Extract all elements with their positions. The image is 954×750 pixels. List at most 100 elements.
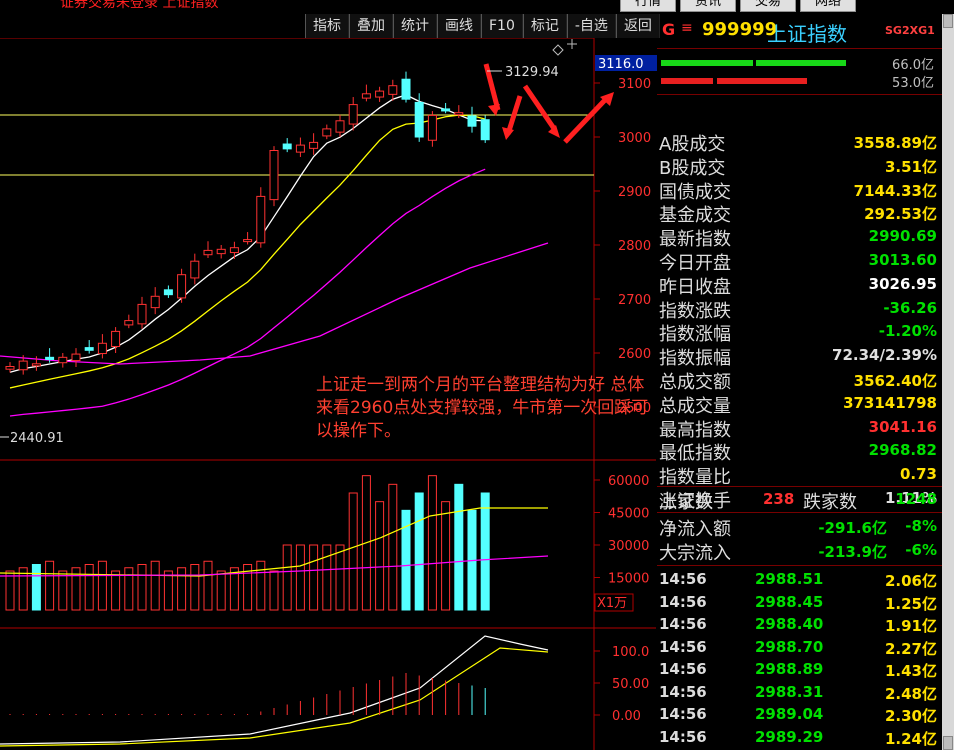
- right-scrollbar[interactable]: [942, 14, 954, 750]
- statistics-button[interactable]: 统计: [393, 14, 437, 38]
- mark-button[interactable]: 标记: [522, 14, 567, 38]
- high-label: 3129.94: [505, 65, 559, 80]
- tab-market[interactable]: 行情: [620, 0, 677, 12]
- candle-body: [282, 143, 292, 150]
- candle-body: [71, 353, 81, 362]
- breadth-row: 涨家数 238 跌家数 1248: [659, 488, 937, 513]
- volume-bar: [111, 570, 121, 611]
- candle-body: [216, 248, 226, 255]
- scroll-up-button[interactable]: [943, 14, 953, 28]
- candle-body: [163, 289, 173, 296]
- candle-body: [441, 108, 451, 112]
- tick-row: 14:56 2988.45 1.25亿: [659, 591, 937, 613]
- stat-label: 指数涨跌: [659, 300, 731, 322]
- volume-bar: [322, 544, 332, 611]
- candle-body: [322, 128, 332, 137]
- stat-value: 373141798: [843, 393, 937, 412]
- index-name: 上证指数: [767, 22, 847, 46]
- moving-average-lines: [0, 94, 549, 417]
- divider: [657, 512, 942, 513]
- crosshair-icon: [567, 39, 577, 49]
- annotation-arrow: [522, 84, 558, 132]
- candle-body: [414, 101, 424, 138]
- net-inflow-pct: -8%: [905, 517, 937, 535]
- candle-body: [31, 363, 41, 367]
- macd-panel: [0, 635, 549, 747]
- tick-row: 14:56 2989.04 2.30亿: [659, 703, 937, 725]
- volume-bar: [335, 544, 345, 611]
- tick-price: 2988.89: [755, 660, 824, 678]
- watchlist-button[interactable]: -自选: [566, 14, 616, 38]
- draw-line-button[interactable]: 画线: [437, 14, 481, 38]
- stat-label: 基金成交: [659, 205, 731, 227]
- volume-bar: [256, 560, 266, 611]
- tick-amount: 1.91亿: [884, 617, 937, 635]
- divider: [657, 565, 942, 566]
- stat-value: 292.53亿: [864, 205, 937, 224]
- tick-amount: 2.48亿: [884, 684, 937, 703]
- stat-row: 最高指数 3041.16: [659, 416, 937, 441]
- scroll-down-button[interactable]: [943, 736, 953, 750]
- tick-price: 2988.31: [755, 682, 824, 701]
- overlay-button[interactable]: 叠加: [349, 14, 393, 38]
- volume-bar: [18, 567, 28, 611]
- index-code: 999999: [702, 19, 778, 40]
- volume-bar: [441, 501, 451, 611]
- tick-amount: 2.30亿: [884, 707, 937, 725]
- block-inflow-row: 大宗流入 -213.9亿 -6%: [659, 539, 937, 564]
- stat-value: 3558.89亿: [853, 134, 937, 152]
- window-title-bar: 证券交易未登录 上证指数 行情 资讯 交易 网络: [0, 0, 954, 14]
- candle-body: [229, 247, 239, 254]
- stat-value: 0.73: [899, 465, 937, 484]
- candle-body: [480, 119, 490, 141]
- tick-amount: 2.06亿: [884, 572, 937, 590]
- indicator-button[interactable]: 指标: [305, 14, 349, 38]
- tab-news[interactable]: 资讯: [680, 0, 737, 12]
- candle-body: [84, 347, 94, 351]
- tab-trade[interactable]: 交易: [740, 0, 797, 12]
- low-label: 2440.91: [10, 431, 64, 446]
- tick-time: 14:56: [659, 727, 707, 746]
- tick-time: 14:56: [659, 637, 707, 656]
- tick-amount: 1.43亿: [884, 662, 937, 680]
- candle-body: [177, 274, 187, 299]
- f10-button[interactable]: F10: [481, 14, 523, 38]
- stat-value: -1.20%: [878, 322, 937, 341]
- candle-body: [97, 342, 107, 355]
- stat-row: 今日开盘 3013.60: [659, 249, 937, 274]
- net-inflow-value: -291.6亿: [818, 519, 887, 537]
- stat-row: 基金成交 292.53亿: [659, 201, 937, 227]
- menu-icon[interactable]: ≡: [681, 20, 693, 36]
- tick-time: 14:56: [659, 660, 707, 678]
- candle-body: [295, 144, 305, 153]
- stat-value: 2990.69: [868, 227, 937, 246]
- volume-bar: [216, 570, 226, 611]
- volume-bar: [58, 570, 68, 611]
- candlesticks: [5, 71, 490, 375]
- group-marker: G: [662, 20, 676, 39]
- volume-bar: [309, 544, 319, 611]
- volume-bar: [97, 560, 107, 611]
- volume-bar: [5, 570, 15, 611]
- volume-axis-label: 60000: [608, 474, 649, 489]
- volume-bar: [190, 564, 200, 611]
- down-count: 1248: [895, 490, 937, 508]
- price-axis-label: 3100: [618, 77, 651, 92]
- volume-bar: [150, 560, 160, 611]
- up-count-label: 涨家数: [659, 492, 713, 513]
- tick-price: 2988.45: [755, 592, 824, 611]
- back-button[interactable]: 返回: [615, 14, 660, 38]
- tab-network[interactable]: 网络: [800, 0, 857, 12]
- volume-bar: [203, 560, 213, 611]
- stat-value: 3562.40亿: [853, 372, 937, 390]
- volume-bar: [295, 544, 305, 611]
- candle-body: [309, 141, 319, 149]
- volume-bar: [375, 501, 385, 611]
- volume-ma-line: [0, 507, 548, 577]
- candle-body: [256, 195, 266, 244]
- volume-axis-label: 15000: [608, 572, 649, 587]
- window-title: 证券交易未登录 上证指数: [60, 0, 219, 11]
- price-axis-label: 2600: [618, 347, 651, 362]
- stat-label: 最新指数: [659, 229, 731, 251]
- stat-label: 昨日收盘: [659, 276, 731, 298]
